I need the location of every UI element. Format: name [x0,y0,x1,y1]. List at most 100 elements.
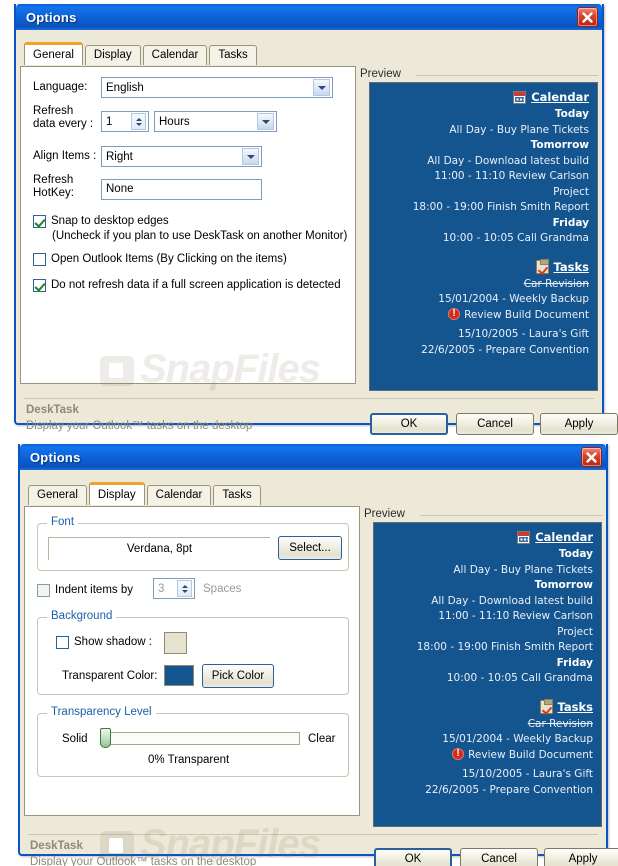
refresh-interval-label: Refresh data every : [33,105,94,130]
indent-items-checkbox[interactable] [37,584,50,597]
apply-button[interactable]: Apply [544,848,618,866]
transparency-slider-thumb[interactable] [100,728,111,748]
preview-tasks-header: Tasks [370,257,597,277]
transparency-slider-track[interactable] [100,732,300,745]
tab-label: Display [97,489,136,501]
refresh-unit-select[interactable]: Hours [154,111,277,132]
align-items-value: Right [106,150,133,163]
preview-calendar-item: 11:00 - 11:10 Review Carlson [438,610,593,622]
stepper-arrows-icon[interactable] [131,113,146,130]
cancel-button[interactable]: Cancel [456,413,534,435]
tab-display[interactable]: Display [84,45,141,65]
close-icon[interactable] [577,7,598,27]
cancel-button[interactable]: Cancel [460,848,538,866]
language-label: Language: [33,81,88,93]
warning-exclamation-icon [448,306,461,321]
preview-calendar-item: All Day - Download latest build [431,594,593,607]
apply-button[interactable]: Apply [540,413,618,435]
window-title: Options [30,449,81,465]
ok-button[interactable]: OK [374,848,452,866]
preview-label: Preview [360,68,401,80]
preview-panel-general: Calendar Today All Day - Buy Plane Ticke… [369,82,598,391]
footer-divider [28,834,598,835]
preview-spacer [374,687,601,697]
slider-max-label: Clear [308,733,336,745]
chevron-down-icon[interactable] [257,113,274,130]
indent-spaces-unit: Spaces [203,583,242,595]
calendar-icon [513,91,527,104]
preview-calendar-item: All Day - Buy Plane Tickets [449,123,589,136]
titlebar: Options [16,4,602,30]
transparency-group-title: Transparency Level [47,706,156,718]
tab-label: General [33,49,74,61]
calendar-header-text: Calendar [535,530,593,544]
font-value: Verdana, 8pt [126,543,193,555]
preview-calendar-item: 10:00 - 10:05 Call Grandma [442,232,589,244]
close-x-glyph [586,452,597,463]
no-refresh-fullscreen-label: Do not refresh data if a full screen app… [51,279,341,291]
preview-divider [416,75,598,76]
tab-label: Calendar [151,49,199,61]
preview-panel-display: Calendar Today All Day - Buy Plane Ticke… [373,522,602,827]
preview-task-item-warning: Review Build Document [374,746,601,764]
language-select[interactable]: English [101,77,333,98]
shadow-color-swatch[interactable] [164,632,187,654]
preview-spacer [370,247,597,257]
preview-calendar-item: Today [558,548,593,560]
chevron-down-icon[interactable] [242,148,259,165]
tab-tasks[interactable]: Tasks [209,45,257,65]
tab-calendar[interactable]: Calendar [142,45,208,65]
preview-calendar-item: 18:00 - 19:00 Finish Smith Report [412,201,589,213]
ok-button-label: OK [400,418,418,430]
no-refresh-fullscreen-checkbox-row[interactable]: Do not refresh data if a full screen app… [33,278,353,292]
preview-calendar-item: Tomorrow [530,139,589,151]
open-outlook-items-checkbox[interactable] [33,253,46,266]
preview-calendar-item: Friday [556,656,593,669]
display-tab-panel: Font Verdana, 8pt Select... Indent items… [24,506,360,816]
font-select-button[interactable]: Select... [278,536,342,560]
warning-exclamation-icon [452,746,465,761]
preview-calendar-item: 11:00 - 11:10 Review Carlson [434,170,589,182]
stepper-arrows-icon[interactable] [177,580,192,597]
apply-button-label: Apply [564,418,594,430]
show-shadow-checkbox-row[interactable]: Show shadow : [56,635,152,649]
font-group: Font Verdana, 8pt Select... [37,516,349,571]
indent-items-checkbox-row[interactable]: Indent items by [37,583,133,597]
chevron-down-icon[interactable] [313,79,330,96]
tasks-header-text: Tasks [553,259,589,274]
open-outlook-items-label: Open Outlook Items (By Clicking on the i… [51,253,287,265]
options-dialog-general: Options General Display Calendar Tasks L… [14,4,618,435]
pick-color-button[interactable]: Pick Color [202,664,274,688]
show-shadow-label: Show shadow : [74,636,152,648]
cancel-button-label: Cancel [477,418,513,430]
preview-calendar-item: 10:00 - 10:05 Call Grandma [446,672,593,684]
tab-calendar[interactable]: Calendar [146,485,212,505]
pick-color-label: Pick Color [211,670,265,682]
snap-to-edges-checkbox-row[interactable]: Snap to desktop edges [33,214,343,228]
tab-tasks[interactable]: Tasks [213,485,261,505]
refresh-hotkey-input[interactable]: None [101,179,262,200]
open-outlook-items-checkbox-row[interactable]: Open Outlook Items (By Clicking on the i… [33,252,343,266]
align-items-select[interactable]: Right [101,146,262,167]
tab-label: Tasks [222,489,252,501]
tab-general[interactable]: General [28,485,87,505]
snap-to-edges-checkbox[interactable] [33,215,46,228]
tab-label: General [37,489,78,501]
refresh-interval-stepper[interactable]: 1 [101,111,149,132]
refresh-hotkey-label: Refresh HotKey: [33,174,74,199]
tab-label: Display [93,49,132,61]
transparency-group: Transparency Level Solid Clear 0% Transp… [37,706,349,777]
indent-spaces-stepper[interactable]: 3 [153,578,195,599]
show-shadow-checkbox[interactable] [56,636,69,649]
transparent-color-swatch[interactable] [164,665,194,686]
tab-display[interactable]: Display [88,482,145,505]
no-refresh-fullscreen-checkbox[interactable] [33,279,46,292]
transparency-value-label: 0% Transparent [148,754,230,766]
app-description: Display your Outlook™ tasks on the deskt… [30,856,257,866]
tab-general[interactable]: General [24,42,83,65]
tab-label: Tasks [218,49,248,61]
snap-to-edges-note: (Uncheck if you plan to use DeskTask on … [52,230,348,242]
ok-button[interactable]: OK [370,413,448,435]
preview-task-item-warning: Review Build Document [370,306,597,324]
close-icon[interactable] [581,447,602,467]
